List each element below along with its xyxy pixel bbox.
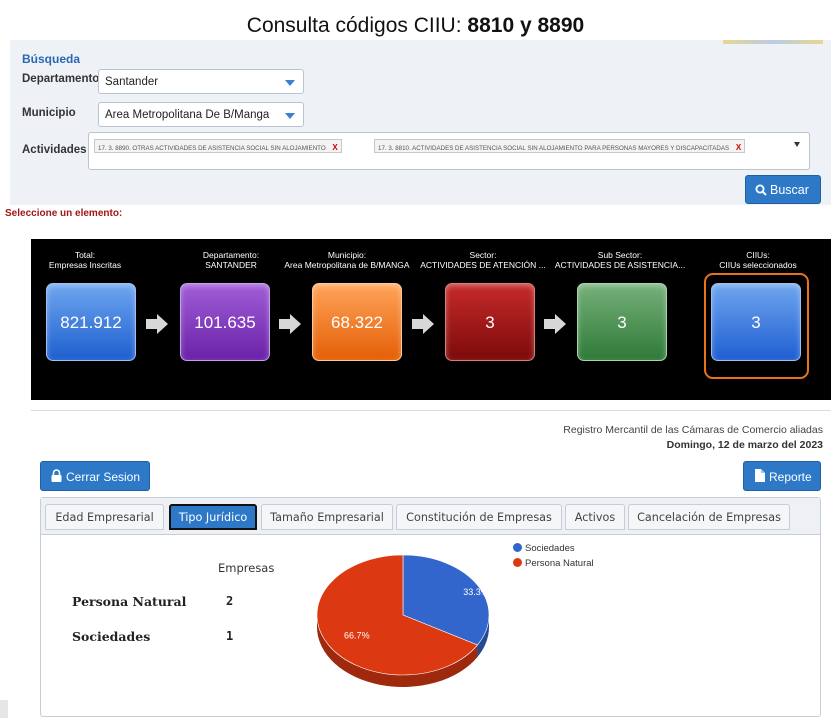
seleccione-prompt: Seleccione un elemento: xyxy=(5,208,123,219)
funnel-step-label: CIIUs: CIIUs seleccionados xyxy=(709,250,807,270)
actividad-tag-label: 17. 3. 8810. ACTIVIDADES DE ASISTENCIA S… xyxy=(378,145,730,152)
actividades-multiselect[interactable]: 17. 3. 8890. OTRAS ACTIVIDADES DE ASISTE… xyxy=(88,132,810,170)
lock-icon xyxy=(51,469,62,482)
pie-chart: 33.3% 66.7% xyxy=(316,554,490,687)
remove-tag-button[interactable]: X xyxy=(736,143,741,152)
remove-tag-button[interactable]: X xyxy=(332,143,337,152)
tabs-panel: Edad Empresarial Tipo Jurídico Tamaño Em… xyxy=(40,497,821,717)
actividades-label: Actividades xyxy=(22,144,87,156)
legend-item[interactable]: Sociedades xyxy=(513,543,575,554)
actividad-tag-label: 17. 3. 8890. OTRAS ACTIVIDADES DE ASISTE… xyxy=(98,145,326,152)
search-icon xyxy=(755,184,767,196)
legend-swatch xyxy=(513,558,522,567)
page-title: Consulta códigos CIIU: 8810 y 8890 xyxy=(0,14,831,38)
funnel-step-subtitle: ACTIVIDADES DE ASISTENCIA... xyxy=(554,260,686,270)
funnel-step-label: Departamento: SANTANDER xyxy=(176,250,286,270)
cerrar-sesion-button[interactable]: Cerrar Sesion xyxy=(40,461,150,491)
tab-constitucion-empresas[interactable]: Constitución de Empresas xyxy=(396,504,562,530)
municipio-tile[interactable]: 68.322 xyxy=(312,283,402,361)
subsector-tile[interactable]: 3 xyxy=(577,283,667,361)
table-row-label: Sociedades xyxy=(72,629,151,644)
search-panel: Búsqueda Departamento Santander Municipi… xyxy=(10,40,831,205)
tab-tamano-empresarial[interactable]: Tamaño Empresarial xyxy=(261,504,393,530)
funnel-step-label: Sector: ACTIVIDADES DE ATENCIÓN ... xyxy=(418,250,548,270)
departamento-select[interactable]: Santander xyxy=(98,69,304,94)
fecha-text: Domingo, 12 de marzo del 2023 xyxy=(666,439,823,451)
legend-item[interactable]: Persona Natural xyxy=(513,558,594,569)
funnel-step-subtitle: ACTIVIDADES DE ATENCIÓN ... xyxy=(420,260,546,270)
funnel-step-label: Sub Sector: ACTIVIDADES DE ASISTENCIA... xyxy=(551,250,689,270)
funnel-step-subtitle: SANTANDER xyxy=(205,260,257,270)
tab-activos[interactable]: Activos xyxy=(565,504,625,530)
actividad-tag: 17. 3. 8890. OTRAS ACTIVIDADES DE ASISTE… xyxy=(94,139,342,153)
tab-strip: Edad Empresarial Tipo Jurídico Tamaño Em… xyxy=(41,498,820,535)
actividad-tag: 17. 3. 8810. ACTIVIDADES DE ASISTENCIA S… xyxy=(374,139,746,153)
table-row-value: 1 xyxy=(226,629,234,643)
funnel-step-title: CIIUs: xyxy=(746,250,770,260)
buscar-button[interactable]: Buscar xyxy=(745,175,821,204)
funnel-step-title: Sector: xyxy=(469,250,497,260)
table-row-label: Persona Natural xyxy=(72,594,187,609)
reporte-button[interactable]: Reporte xyxy=(743,461,821,491)
funnel-step-subtitle: CIIUs seleccionados xyxy=(719,260,797,270)
funnel-step-label: Municipio: Area Metropolitana de B/MANGA xyxy=(283,250,411,270)
chevron-down-icon[interactable] xyxy=(794,142,800,147)
funnel-step-subtitle: Empresas Inscritas xyxy=(48,260,122,270)
legend-label: Sociedades xyxy=(525,543,575,554)
pie-slice-label: 66.7% xyxy=(344,630,370,640)
chevron-down-icon xyxy=(285,113,295,119)
tab-cancelacion-empresas[interactable]: Cancelación de Empresas xyxy=(628,504,790,530)
funnel-step-title: Total: xyxy=(74,250,96,260)
funnel-step-title: Sub Sector: xyxy=(597,250,643,260)
registro-mercantil-text: Registro Mercantil de las Cámaras de Com… xyxy=(563,424,823,436)
total-empresas-tile[interactable]: 821.912 xyxy=(46,283,136,361)
ciius-tile[interactable]: 3 xyxy=(711,283,801,361)
side-edge xyxy=(0,700,8,718)
search-section-title: Búsqueda xyxy=(22,52,81,66)
tab-edad-empresarial[interactable]: Edad Empresarial xyxy=(45,504,164,530)
title-prefix: Consulta códigos CIIU: xyxy=(246,14,462,37)
departamento-tile[interactable]: 101.635 xyxy=(180,283,270,361)
decorative-bar xyxy=(723,40,823,44)
cerrar-sesion-label: Cerrar Sesion xyxy=(66,470,141,484)
departamento-label: Departamento xyxy=(22,73,100,85)
file-icon xyxy=(755,469,765,482)
sector-tile[interactable]: 3 xyxy=(445,283,535,361)
tab-tipo-juridico[interactable]: Tipo Jurídico xyxy=(169,504,257,530)
legend-label: Persona Natural xyxy=(525,558,594,569)
pie-slice-label: 33.3% xyxy=(463,587,489,597)
municipio-label: Municipio xyxy=(22,107,76,119)
title-codes: 8810 y 8890 xyxy=(467,14,585,37)
funnel-step-title: Departamento: xyxy=(202,250,260,260)
funnel-step-title: Municipio: xyxy=(327,250,367,260)
table-row-value: 2 xyxy=(226,594,234,608)
funnel-panel: Total: Empresas Inscritas Departamento: … xyxy=(31,239,831,400)
legend-swatch xyxy=(513,543,522,552)
departamento-value: Santander xyxy=(105,76,159,88)
funnel-step-label: Total: Empresas Inscritas xyxy=(41,250,129,270)
reporte-label: Reporte xyxy=(769,470,812,484)
empresas-column-header: Empresas xyxy=(218,561,275,575)
chevron-down-icon xyxy=(285,80,295,86)
municipio-value: Area Metropolitana De B/Manga xyxy=(105,109,270,121)
funnel-step-subtitle: Area Metropolitana de B/MANGA xyxy=(284,260,410,270)
buscar-label: Buscar xyxy=(770,183,809,197)
municipio-select[interactable]: Area Metropolitana De B/Manga xyxy=(98,102,304,127)
divider xyxy=(31,410,831,411)
